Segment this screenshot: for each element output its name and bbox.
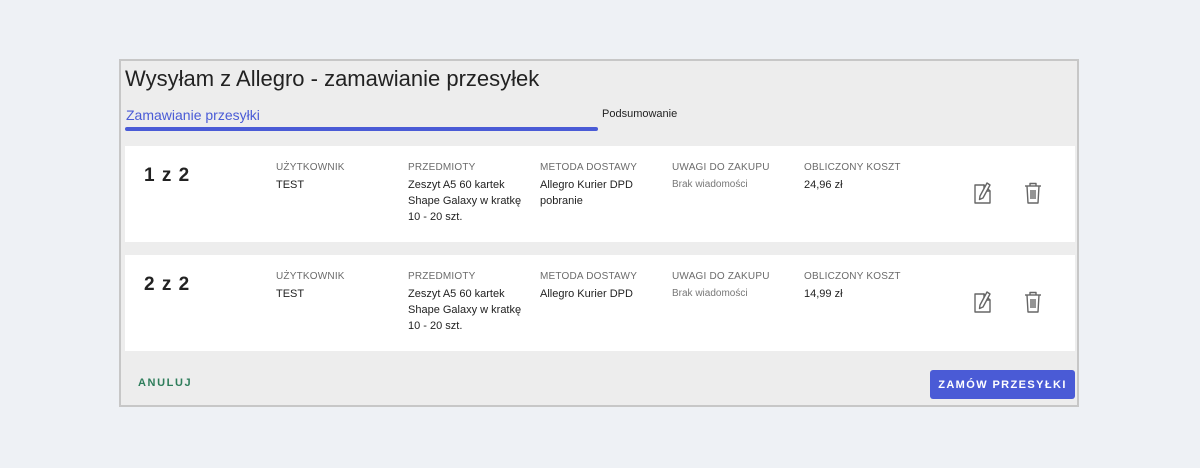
notes-value: Brak wiadomości bbox=[672, 179, 748, 190]
user-value: TEST bbox=[276, 288, 305, 300]
tab-order-shipment[interactable]: Zamawianie przesyłki bbox=[125, 105, 598, 133]
items-column: PRZEDMIOTY Zeszyt A5 60 kartek Shape Gal… bbox=[408, 162, 533, 225]
notes-column: UWAGI DO ZAKUPU Brak wiadomości bbox=[672, 271, 770, 302]
items-header: PRZEDMIOTY bbox=[408, 162, 476, 173]
notes-header: UWAGI DO ZAKUPU bbox=[672, 162, 770, 173]
order-shipments-button[interactable]: ZAMÓW PRZESYŁKI bbox=[930, 370, 1075, 399]
cost-value: 24,96 zł bbox=[804, 179, 843, 191]
delivery-column: METODA DOSTAWY Allegro Kurier DPD bbox=[540, 271, 660, 302]
items-value: Zeszyt A5 60 kartek Shape Galaxy w kratk… bbox=[408, 288, 522, 332]
notes-column: UWAGI DO ZAKUPU Brak wiadomości bbox=[672, 162, 770, 193]
notes-header: UWAGI DO ZAKUPU bbox=[672, 271, 770, 282]
cancel-button[interactable]: ANULUJ bbox=[138, 377, 192, 389]
delivery-header: METODA DOSTAWY bbox=[540, 271, 638, 282]
trash-icon[interactable] bbox=[1021, 289, 1045, 315]
user-column: UŻYTKOWNIK TEST bbox=[276, 271, 345, 302]
delivery-value: Allegro Kurier DPD bbox=[540, 288, 633, 300]
shipment-index: 1 z 2 bbox=[144, 165, 191, 186]
order-shipments-dialog: Wysyłam z Allegro - zamawianie przesyłek… bbox=[119, 59, 1079, 407]
edit-note-icon[interactable] bbox=[971, 180, 995, 206]
shipment-row: 1 z 2 UŻYTKOWNIK TEST PRZEDMIOTY Zeszyt … bbox=[125, 146, 1075, 242]
items-column: PRZEDMIOTY Zeszyt A5 60 kartek Shape Gal… bbox=[408, 271, 533, 334]
cost-column: OBLICZONY KOSZT 24,96 zł bbox=[804, 162, 901, 193]
shipment-index: 2 z 2 bbox=[144, 274, 191, 295]
cost-header: OBLICZONY KOSZT bbox=[804, 162, 901, 173]
notes-value: Brak wiadomości bbox=[672, 288, 748, 299]
tab-active-indicator bbox=[125, 127, 598, 131]
user-column: UŻYTKOWNIK TEST bbox=[276, 162, 345, 193]
delivery-value: Allegro Kurier DPD pobranie bbox=[540, 179, 633, 207]
tab-order-shipment-label: Zamawianie przesyłki bbox=[126, 107, 260, 123]
user-header: UŻYTKOWNIK bbox=[276, 162, 345, 173]
items-header: PRZEDMIOTY bbox=[408, 271, 476, 282]
tab-summary[interactable]: Podsumowanie bbox=[602, 108, 677, 120]
user-header: UŻYTKOWNIK bbox=[276, 271, 345, 282]
dialog-title: Wysyłam z Allegro - zamawianie przesyłek bbox=[125, 66, 540, 91]
items-value: Zeszyt A5 60 kartek Shape Galaxy w kratk… bbox=[408, 179, 522, 223]
delivery-column: METODA DOSTAWY Allegro Kurier DPD pobran… bbox=[540, 162, 660, 209]
trash-icon[interactable] bbox=[1021, 180, 1045, 206]
edit-note-icon[interactable] bbox=[971, 289, 995, 315]
cost-header: OBLICZONY KOSZT bbox=[804, 271, 901, 282]
stepper-tabs: Zamawianie przesyłki Podsumowanie bbox=[125, 105, 1075, 135]
shipment-row: 2 z 2 UŻYTKOWNIK TEST PRZEDMIOTY Zeszyt … bbox=[125, 255, 1075, 351]
cost-value: 14,99 zł bbox=[804, 288, 843, 300]
cost-column: OBLICZONY KOSZT 14,99 zł bbox=[804, 271, 901, 302]
user-value: TEST bbox=[276, 179, 305, 191]
delivery-header: METODA DOSTAWY bbox=[540, 162, 638, 173]
